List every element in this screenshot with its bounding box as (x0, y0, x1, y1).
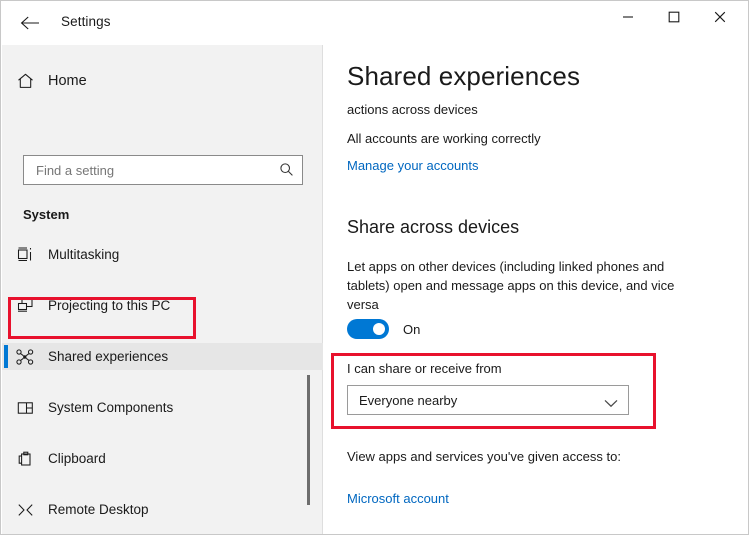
sidebar-item-label: System Components (48, 400, 174, 415)
remote-desktop-icon (2, 503, 48, 517)
sidebar-item-label: Projecting to this PC (48, 298, 171, 313)
sidebar-item-remote-desktop[interactable]: Remote Desktop (2, 496, 323, 523)
sidebar: Home System Multi (2, 45, 323, 534)
microsoft-account-link[interactable]: Microsoft account (347, 491, 449, 506)
chevron-down-icon (604, 395, 618, 413)
search-box[interactable] (23, 155, 303, 185)
section-title: Share across devices (347, 217, 520, 237)
minimize-icon[interactable] (605, 1, 651, 33)
home-icon (2, 73, 48, 89)
clipboard-icon (2, 451, 48, 467)
maximize-icon[interactable] (651, 1, 697, 33)
close-icon[interactable] (697, 1, 743, 33)
sidebar-item-home[interactable]: Home (2, 65, 302, 97)
system-components-icon (2, 401, 48, 415)
back-arrow-icon[interactable] (15, 9, 45, 37)
title-bar: Settings (1, 1, 748, 45)
page-title: Shared experiences (347, 61, 581, 91)
selection-indicator (4, 345, 8, 368)
manage-accounts-link[interactable]: Manage your accounts (347, 158, 479, 173)
projecting-icon (2, 298, 48, 313)
multitasking-icon (2, 247, 48, 262)
sidebar-item-clipboard[interactable]: Clipboard (2, 445, 323, 472)
sidebar-item-label: Clipboard (48, 451, 106, 466)
settings-window: Settings Home Find a setting System Mult… (0, 0, 749, 535)
section-description: Let apps on other devices (including lin… (347, 259, 675, 312)
shared-experiences-icon (2, 348, 48, 365)
sidebar-item-home-label: Home (48, 73, 87, 89)
sidebar-item-system-components[interactable]: System Components (2, 394, 323, 421)
share-across-devices-toggle-row[interactable]: On (347, 319, 420, 339)
sidebar-item-multitasking[interactable]: Multitasking (2, 241, 323, 268)
search-input[interactable] (34, 161, 268, 179)
app-title: Settings (61, 14, 111, 29)
sidebar-item-projecting-to-this-pc[interactable]: Projecting to this PC (2, 292, 323, 319)
sidebar-group-label: System (23, 207, 70, 222)
sidebar-item-label: Multitasking (48, 247, 120, 262)
account-status-text: All accounts are working correctly (347, 131, 541, 146)
sidebar-item-label: Shared experiences (48, 349, 169, 364)
share-or-receive-from-dropdown[interactable]: Everyone nearby (347, 385, 629, 415)
toggle-state-label: On (403, 321, 421, 337)
sidebar-item-shared-experiences[interactable]: Shared experiences (2, 343, 323, 370)
share-across-devices-toggle[interactable] (347, 319, 389, 339)
main-content: Shared experiences actions across device… (323, 45, 748, 534)
sidebar-nav-list: Multitasking Projecting to this PC Share… (2, 241, 323, 534)
page-subtitle: actions across devices (347, 102, 478, 117)
sidebar-item-label: Remote Desktop (48, 502, 149, 517)
search-icon[interactable] (279, 162, 294, 182)
share-or-receive-from-label: I can share or receive from (347, 361, 502, 376)
sidebar-scrollbar[interactable] (307, 375, 310, 505)
toggle-knob (373, 323, 385, 335)
dropdown-selected-value: Everyone nearby (359, 392, 458, 408)
view-apps-text: View apps and services you've given acce… (347, 449, 621, 464)
